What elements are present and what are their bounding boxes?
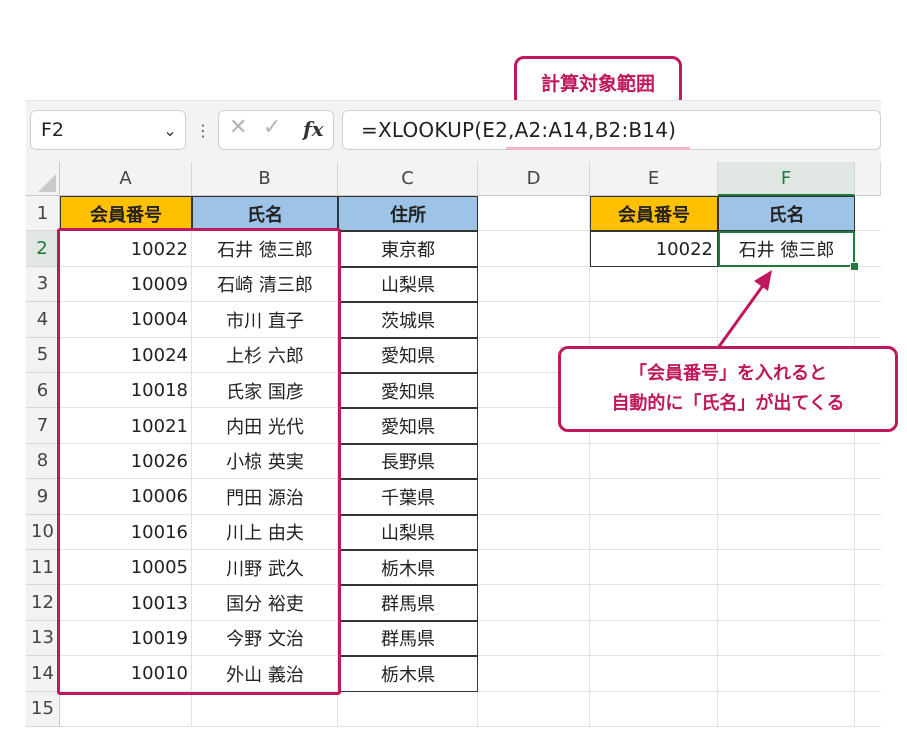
more-options-icon[interactable]: ⋮	[195, 118, 211, 142]
cell-address[interactable]: 山梨県	[338, 514, 478, 550]
formula-tools: ✕ ✓ fx	[218, 110, 334, 150]
row-header-15[interactable]: 15	[26, 691, 60, 727]
info-callout-line-2: 自動的に「氏名」が出てくる	[611, 393, 845, 414]
cell-address[interactable]: 群馬県	[338, 620, 478, 657]
fill-handle[interactable]	[850, 261, 859, 271]
column-header-extra[interactable]	[855, 162, 881, 196]
row-header-7[interactable]: 7	[26, 408, 60, 444]
row-header-9[interactable]: 9	[26, 479, 60, 515]
spreadsheet-grid[interactable]: A B C D E F 1 2 3 4 5 6 7 8 9 10 11 12 13 14 15 会員番号 氏名 住所 10022…	[26, 162, 881, 756]
column-header-d[interactable]: D	[478, 162, 590, 196]
lookup-header-name[interactable]: 氏名	[718, 196, 855, 232]
name-box-value: F2	[41, 119, 65, 141]
cell-address[interactable]: 群馬県	[338, 585, 478, 621]
column-header-e[interactable]: E	[590, 162, 718, 196]
insert-function-icon[interactable]: fx	[303, 117, 324, 141]
cell-address[interactable]: 愛知県	[338, 373, 478, 409]
row-header-1[interactable]: 1	[26, 196, 60, 232]
info-callout: 「会員番号」を入れると 自動的に「氏名」が出てくる	[558, 346, 898, 432]
lookup-result-cell[interactable]: 石井 徳三郎	[718, 231, 855, 267]
info-callout-line-1: 「会員番号」を入れると	[629, 363, 827, 384]
row-header-11[interactable]: 11	[26, 550, 60, 586]
cell-address[interactable]: 愛知県	[338, 337, 478, 373]
gridline	[717, 196, 718, 727]
cell-address[interactable]: 愛知県	[338, 408, 478, 444]
column-header-f[interactable]: F	[718, 162, 855, 196]
select-all-corner[interactable]	[26, 162, 60, 196]
lookup-input-cell[interactable]: 10022	[590, 231, 718, 267]
cell-address[interactable]: 長野県	[338, 443, 478, 480]
row-header-14[interactable]: 14	[26, 656, 60, 692]
chevron-down-icon[interactable]: ⌄	[160, 118, 180, 142]
cancel-icon[interactable]: ✕	[229, 115, 247, 140]
gridline	[589, 196, 590, 727]
cell-address[interactable]: 千葉県	[338, 479, 478, 515]
row-header-2[interactable]: 2	[26, 231, 60, 267]
column-header-b[interactable]: B	[192, 162, 338, 196]
gridline	[854, 196, 855, 727]
row-header-8[interactable]: 8	[26, 443, 60, 480]
cell-address[interactable]: 東京都	[338, 231, 478, 267]
lookup-range-highlight	[57, 228, 341, 695]
cell-address[interactable]: 山梨県	[338, 266, 478, 303]
header-address[interactable]: 住所	[338, 196, 478, 232]
row-header-13[interactable]: 13	[26, 620, 60, 657]
row-header-3[interactable]: 3	[26, 266, 60, 303]
row-header-5[interactable]: 5	[26, 337, 60, 373]
header-member-id[interactable]: 会員番号	[60, 196, 192, 232]
column-header-c[interactable]: C	[338, 162, 478, 196]
range-callout-text: 計算対象範囲	[540, 72, 655, 95]
formula-input[interactable]: =XLOOKUP(E2,A2:A14,B2:B14)	[342, 110, 881, 150]
formula-text: =XLOOKUP(E2,A2:A14,B2:B14)	[361, 118, 677, 142]
row-header-10[interactable]: 10	[26, 514, 60, 550]
cell-address[interactable]: 茨城県	[338, 302, 478, 338]
lookup-header-member-id[interactable]: 会員番号	[590, 196, 718, 232]
row-header-12[interactable]: 12	[26, 585, 60, 621]
gridline	[60, 726, 881, 727]
enter-icon[interactable]: ✓	[263, 115, 281, 140]
row-header-4[interactable]: 4	[26, 302, 60, 338]
column-header-a[interactable]: A	[60, 162, 192, 196]
cell-address[interactable]: 栃木県	[338, 550, 478, 586]
cell-address[interactable]: 栃木県	[338, 656, 478, 692]
row-header-6[interactable]: 6	[26, 373, 60, 409]
range-underline	[506, 147, 690, 150]
header-name[interactable]: 氏名	[192, 196, 338, 232]
